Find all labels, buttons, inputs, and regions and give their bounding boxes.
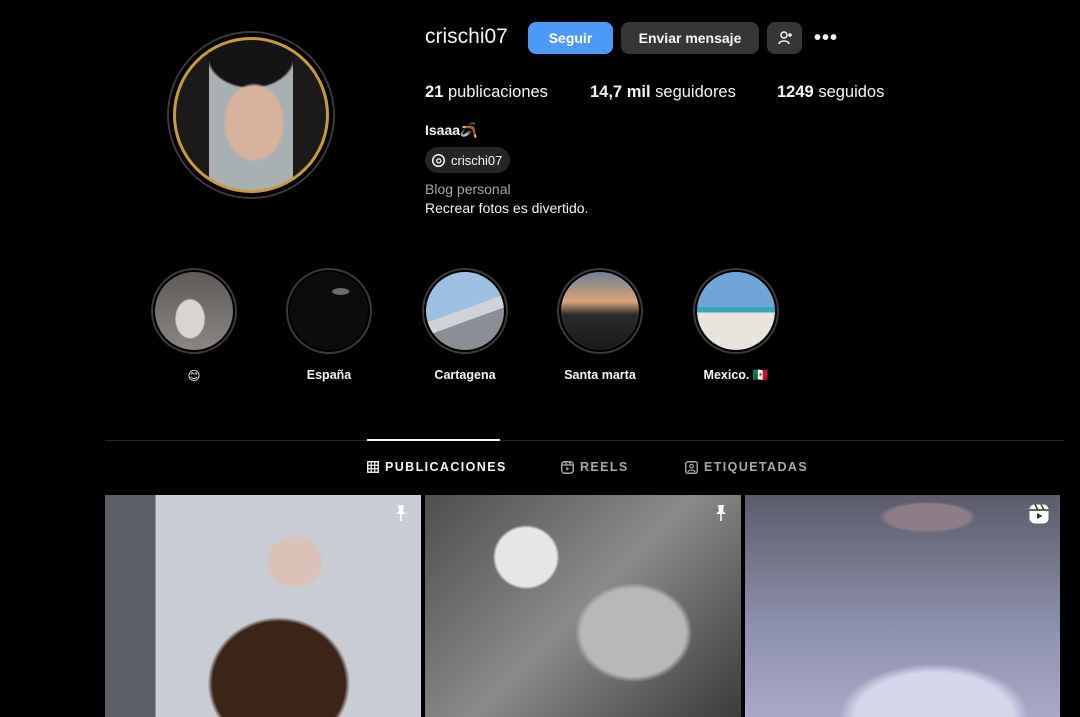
display-name: Isaaa🪃 — [425, 122, 478, 138]
highlight-item[interactable]: España — [285, 268, 373, 382]
grid-icon — [367, 461, 379, 473]
highlight-item[interactable]: Cartagena — [421, 268, 509, 382]
tab-reels[interactable]: REELS — [561, 460, 629, 474]
followers-count-value: 14,7 mil — [590, 83, 651, 101]
highlight-item[interactable]: Santa marta — [556, 268, 644, 382]
highlight-label: España — [306, 368, 352, 382]
highlight-cover — [561, 272, 639, 350]
highlight-label: Mexico. 🇲🇽 — [703, 368, 769, 382]
following-count-value: 1249 — [777, 83, 814, 101]
highlight-cover — [697, 272, 775, 350]
highlight-label: Cartagena — [434, 368, 496, 382]
pin-icon — [716, 505, 726, 521]
post-thumbnail[interactable] — [105, 495, 421, 717]
highlight-cover — [290, 272, 368, 350]
person-plus-icon — [777, 31, 792, 45]
tab-tagged[interactable]: ETIQUETADAS — [685, 460, 808, 474]
tab-posts[interactable]: PUBLICACIONES — [367, 460, 507, 474]
posts-count: 21 publicaciones — [425, 83, 548, 102]
active-tab-indicator — [367, 439, 500, 441]
profile-username: crischi07 — [425, 25, 508, 48]
threads-link-chip[interactable]: crischi07 — [425, 147, 511, 173]
tab-reels-label: REELS — [580, 460, 629, 474]
followers-count[interactable]: 14,7 mil seguidores — [590, 83, 736, 102]
highlight-cover — [155, 272, 233, 350]
highlight-ring — [151, 268, 237, 354]
tab-tagged-label: ETIQUETADAS — [704, 460, 809, 474]
post-thumbnail[interactable] — [425, 495, 741, 717]
highlight-label: Santa marta — [564, 368, 636, 382]
highlight-ring — [422, 268, 508, 354]
profile-avatar[interactable] — [167, 31, 335, 199]
posts-count-label: publicaciones — [447, 83, 548, 101]
highlight-item[interactable]: Mexico. 🇲🇽 — [692, 268, 780, 383]
tabs-divider — [105, 440, 1064, 441]
pin-icon — [396, 505, 406, 521]
highlight-label: 😊 — [187, 369, 201, 383]
followers-count-label: seguidores — [655, 83, 736, 101]
highlight-item[interactable]: 😊 — [150, 268, 238, 383]
highlight-ring — [693, 268, 779, 354]
following-count-label: seguidos — [818, 83, 885, 101]
reels-icon — [561, 460, 574, 474]
highlight-cover — [426, 272, 504, 350]
avatar-image — [173, 37, 329, 193]
threads-handle: crischi07 — [451, 152, 503, 168]
profile-category: Blog personal — [425, 181, 511, 197]
tab-posts-label: PUBLICACIONES — [385, 460, 507, 474]
send-message-button[interactable]: Enviar mensaje — [621, 22, 759, 54]
more-dots-icon: ••• — [813, 26, 838, 49]
tagged-icon — [685, 460, 698, 474]
bio-text: Recrear fotos es divertido. — [425, 200, 589, 216]
highlight-ring — [286, 268, 372, 354]
posts-count-value: 21 — [425, 83, 444, 101]
more-options-button[interactable]: ••• — [810, 22, 842, 54]
suggested-accounts-button[interactable] — [767, 22, 802, 54]
post-thumbnail[interactable] — [745, 495, 1060, 717]
following-count[interactable]: 1249 seguidos — [777, 83, 884, 102]
highlight-ring — [557, 268, 643, 354]
reel-icon — [1029, 504, 1049, 524]
follow-button[interactable]: Seguir — [528, 22, 613, 54]
threads-icon — [431, 153, 446, 167]
